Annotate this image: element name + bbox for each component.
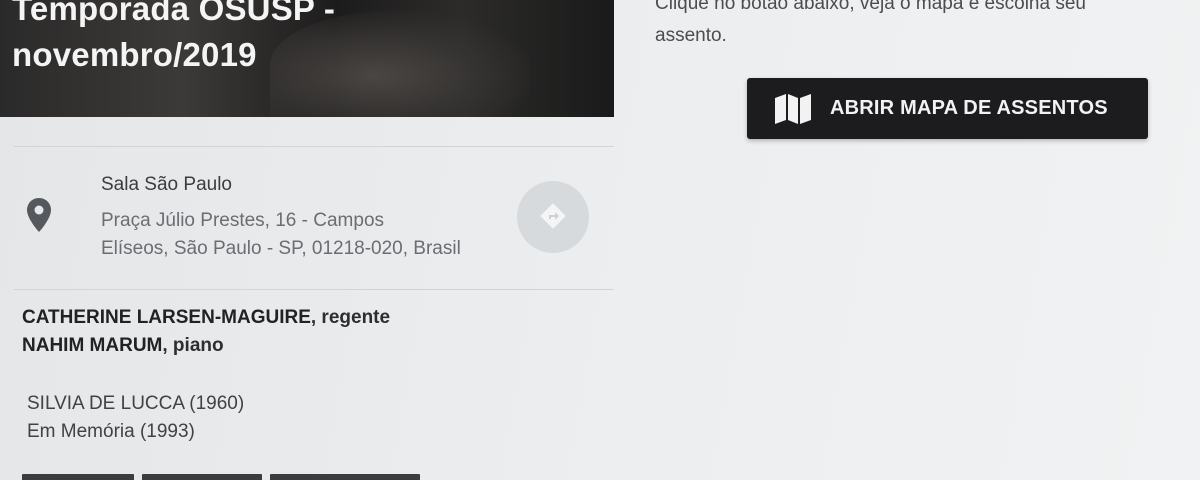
- event-title-line-2: novembro/2019: [12, 36, 257, 73]
- location-pin-icon: [26, 197, 52, 233]
- performer-name: CATHERINE LARSEN-MAGUIRE: [22, 307, 311, 328]
- seating-instructions-line-2: assento.: [655, 25, 727, 46]
- event-page: Temporada OSUSP - novembro/2019 Clique n…: [0, 0, 1200, 480]
- program-next-item-cutoff: [22, 472, 432, 480]
- event-title: Temporada OSUSP - novembro/2019: [12, 0, 335, 78]
- venue-address: Praça Júlio Prestes, 16 - Campos Elíseos…: [101, 207, 461, 263]
- program-composer: SILVIA DE LUCCA (1960): [27, 393, 245, 414]
- performer-role: , piano: [162, 335, 224, 356]
- program-work: Em Memória (1993): [27, 421, 195, 442]
- seating-instructions: Clique no botão abaixo, veja o mapa e es…: [655, 0, 1200, 52]
- event-hero-banner: Temporada OSUSP - novembro/2019: [0, 0, 614, 117]
- venue-address-line-1: Praça Júlio Prestes, 16 - Campos: [101, 210, 385, 231]
- performer-name: NAHIM MARUM: [22, 335, 163, 356]
- directions-icon: [539, 202, 567, 233]
- open-seat-map-label: ABRIR MAPA DE ASSENTOS: [830, 97, 1108, 119]
- open-seat-map-button[interactable]: ABRIR MAPA DE ASSENTOS: [747, 78, 1148, 139]
- seating-instructions-line-1: Clique no botão abaixo, veja o mapa e es…: [655, 0, 1086, 14]
- divider-top: [14, 146, 614, 147]
- event-title-line-1: Temporada OSUSP -: [12, 0, 336, 27]
- performer-role: , regente: [310, 307, 391, 328]
- divider-bottom: [14, 289, 614, 290]
- performer-conductor: CATHERINE LARSEN-MAGUIRE, regente: [22, 307, 390, 329]
- venue-address-line-2: Elíseos, São Paulo - SP, 01218-020, Bras…: [101, 238, 461, 259]
- performer-pianist: NAHIM MARUM, piano: [22, 335, 224, 357]
- map-icon: [773, 93, 813, 125]
- venue-name: Sala São Paulo: [101, 174, 232, 195]
- directions-button[interactable]: [517, 181, 589, 253]
